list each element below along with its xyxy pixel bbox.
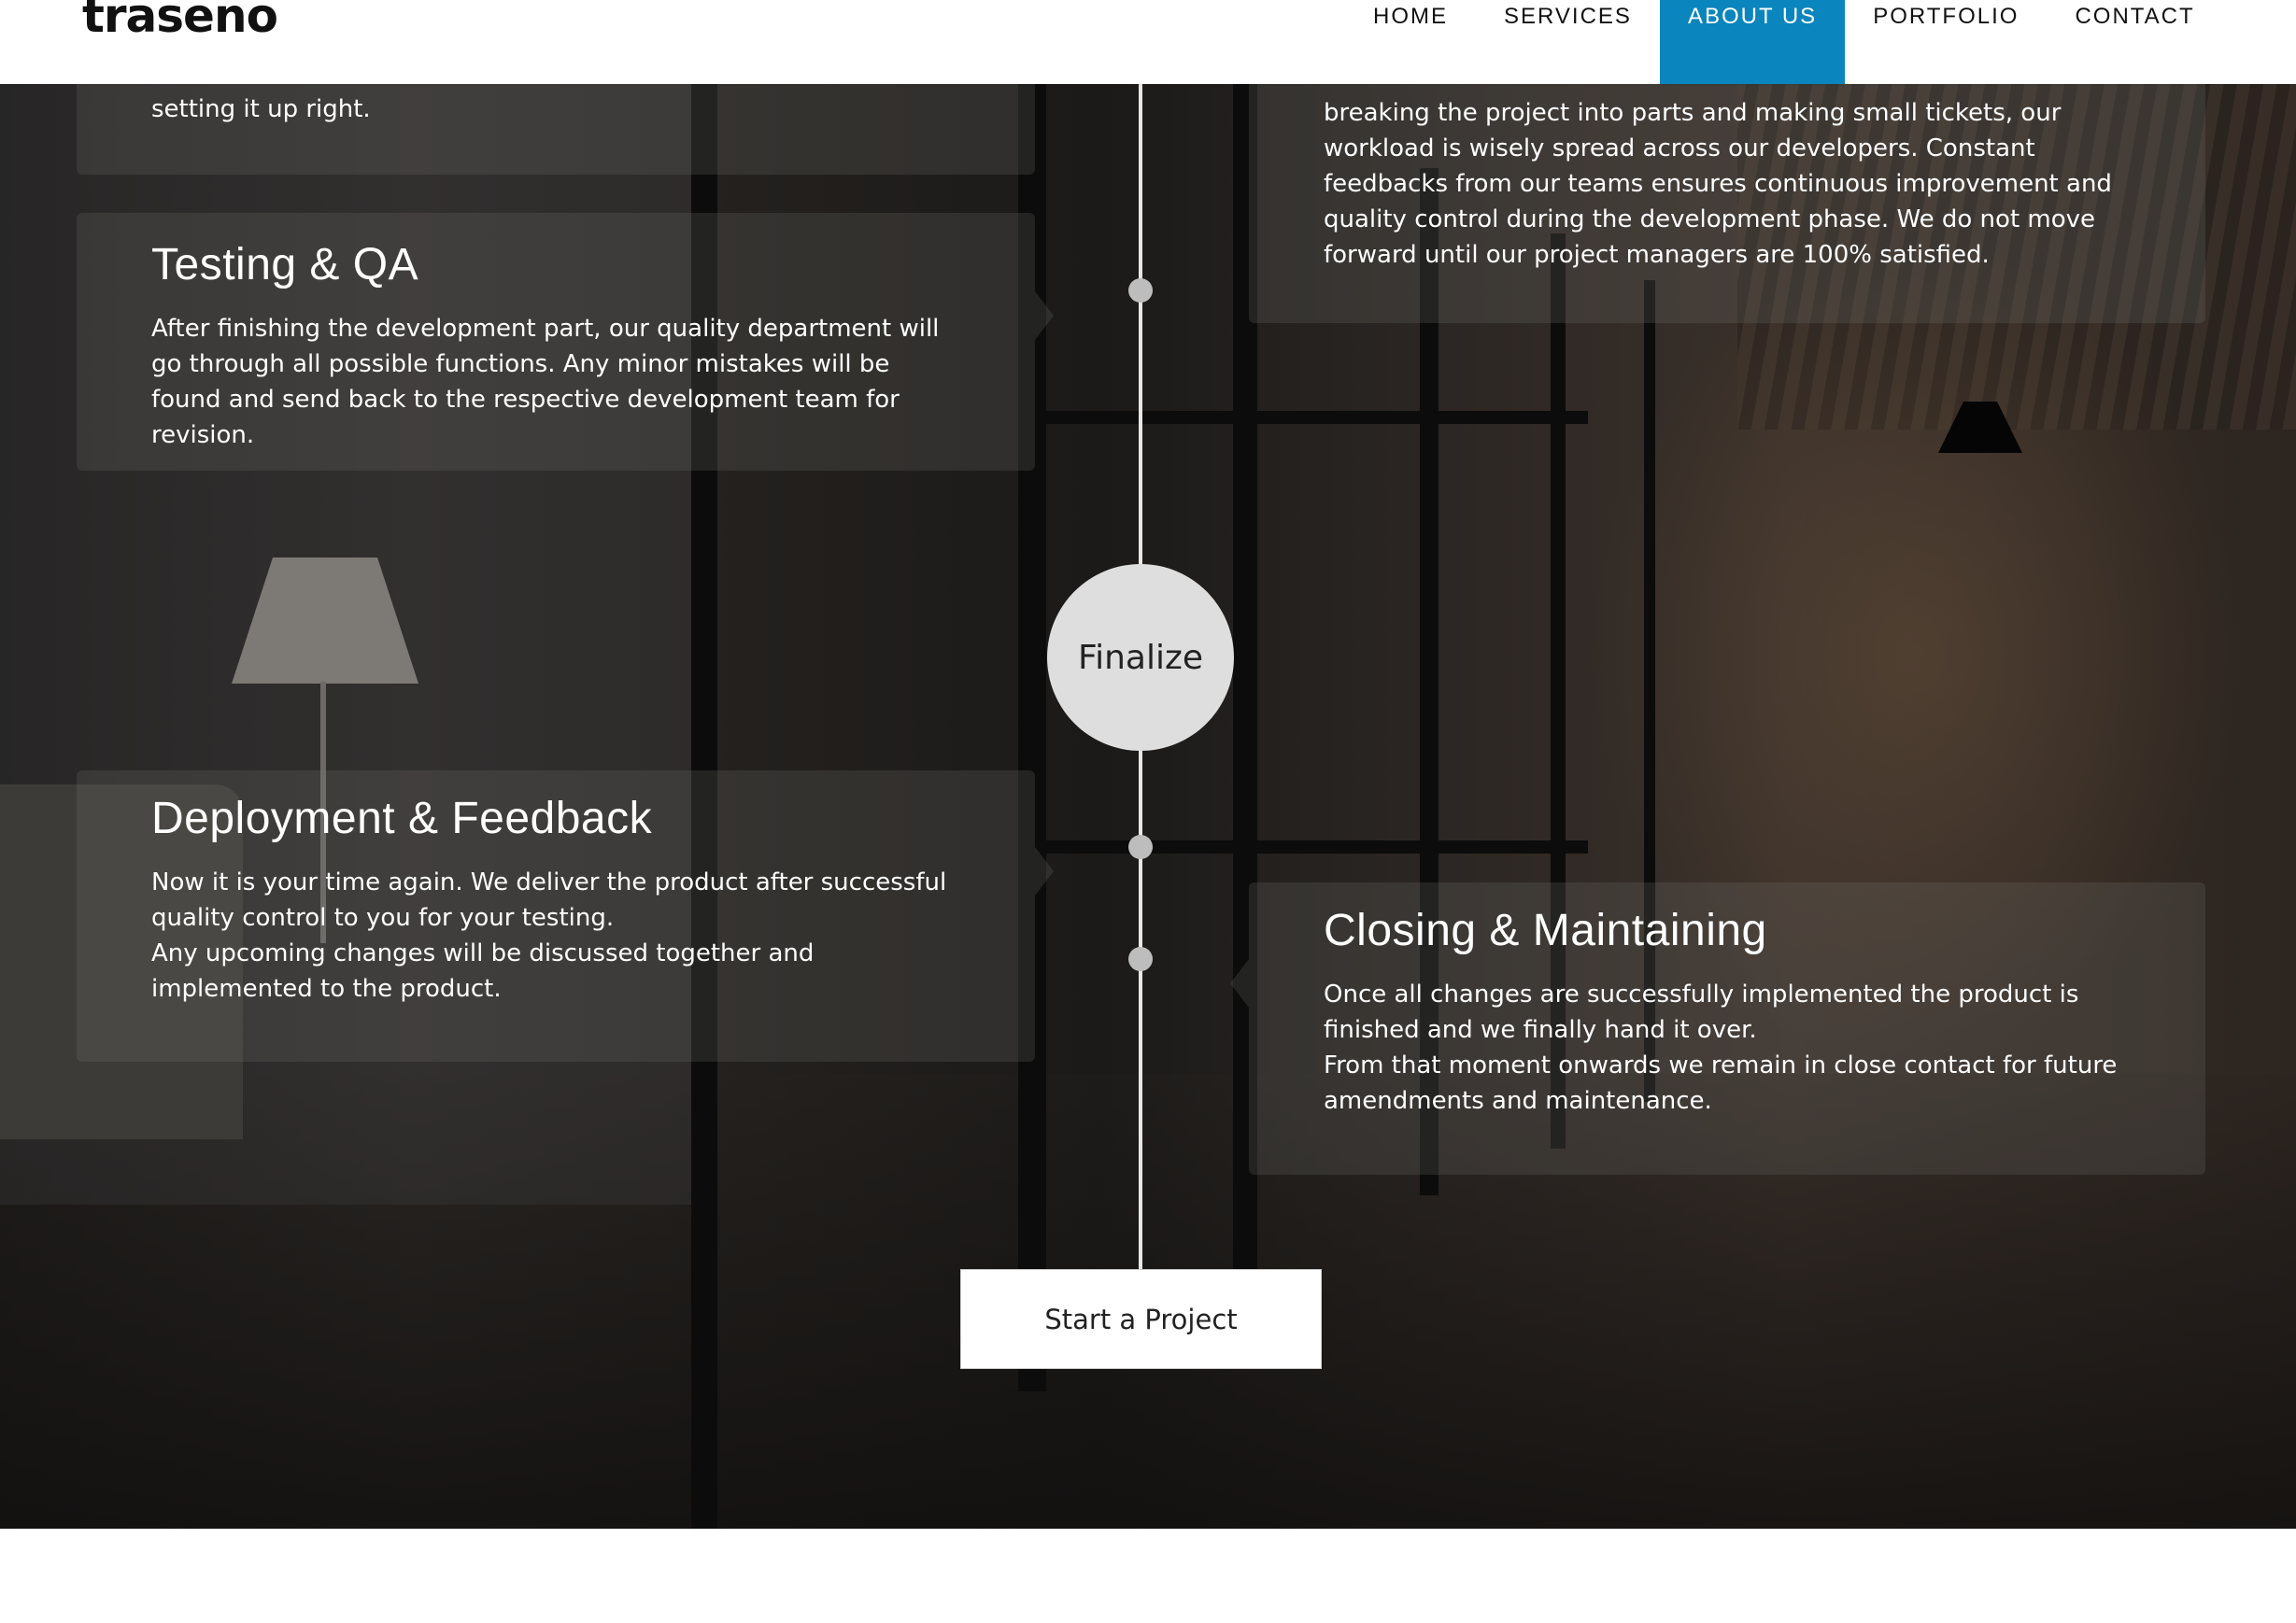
start-project-button[interactable]: Start a Project — [960, 1269, 1322, 1369]
nav-label: PORTFOLIO — [1873, 4, 2020, 29]
timeline-card-closing: Closing & Maintaining Once all changes a… — [1230, 882, 2205, 1175]
card-title: Deployment & Feedback — [151, 794, 653, 843]
card-pointer — [1035, 847, 1054, 896]
timeline-dot — [1128, 947, 1153, 971]
timeline-card-partial-right: breaking the project into parts and maki… — [1249, 56, 2205, 323]
glass-frame — [1028, 411, 1588, 424]
glass-frame — [1028, 840, 1588, 854]
logo[interactable]: traseno — [82, 0, 278, 43]
milestone-label: Finalize — [1077, 638, 1203, 677]
timeline-card-deployment: Deployment & Feedback Now it is your tim… — [77, 770, 1054, 1062]
nav-home[interactable]: HOME — [1345, 0, 1476, 84]
nav-label: HOME — [1373, 4, 1448, 29]
card-title: Closing & Maintaining — [1324, 906, 1767, 955]
card-pointer — [1035, 291, 1054, 340]
nav-services[interactable]: SERVICES — [1476, 0, 1660, 84]
card-body: breaking the project into parts and maki… — [1324, 99, 2112, 269]
timeline-dot — [1128, 278, 1153, 303]
nav-portfolio[interactable]: PORTFOLIO — [1845, 0, 2047, 84]
nav-label: ABOUT US — [1687, 4, 1818, 29]
nav-contact[interactable]: CONTACT — [2047, 0, 2222, 84]
main-nav: HOME SERVICES ABOUT US PORTFOLIO CONTACT — [1345, 0, 2223, 84]
card-pointer — [1230, 959, 1249, 1008]
nav-label: CONTACT — [2075, 4, 2195, 29]
card-body: After finishing the development part, ou… — [151, 315, 940, 449]
nav-about-us[interactable]: ABOUT US — [1659, 0, 1846, 84]
timeline-dot — [1128, 835, 1153, 859]
timeline-milestone-finalize: Finalize — [1047, 564, 1234, 751]
card-body-line: Now it is your time again. We deliver th… — [151, 868, 947, 932]
site-header: traseno HOME SERVICES ABOUT US PORTFOLIO… — [0, 0, 2296, 84]
timeline-card-testing: Testing & QA After finishing the develop… — [77, 213, 1054, 471]
card-body-line: Once all changes are successfully implem… — [1324, 981, 2079, 1044]
card-body-line: From that moment onwards we remain in cl… — [1324, 1051, 2118, 1115]
card-body-line: Any upcoming changes will be discussed t… — [151, 939, 815, 1003]
nav-label: SERVICES — [1504, 4, 1632, 29]
card-title: Testing & QA — [151, 240, 419, 289]
